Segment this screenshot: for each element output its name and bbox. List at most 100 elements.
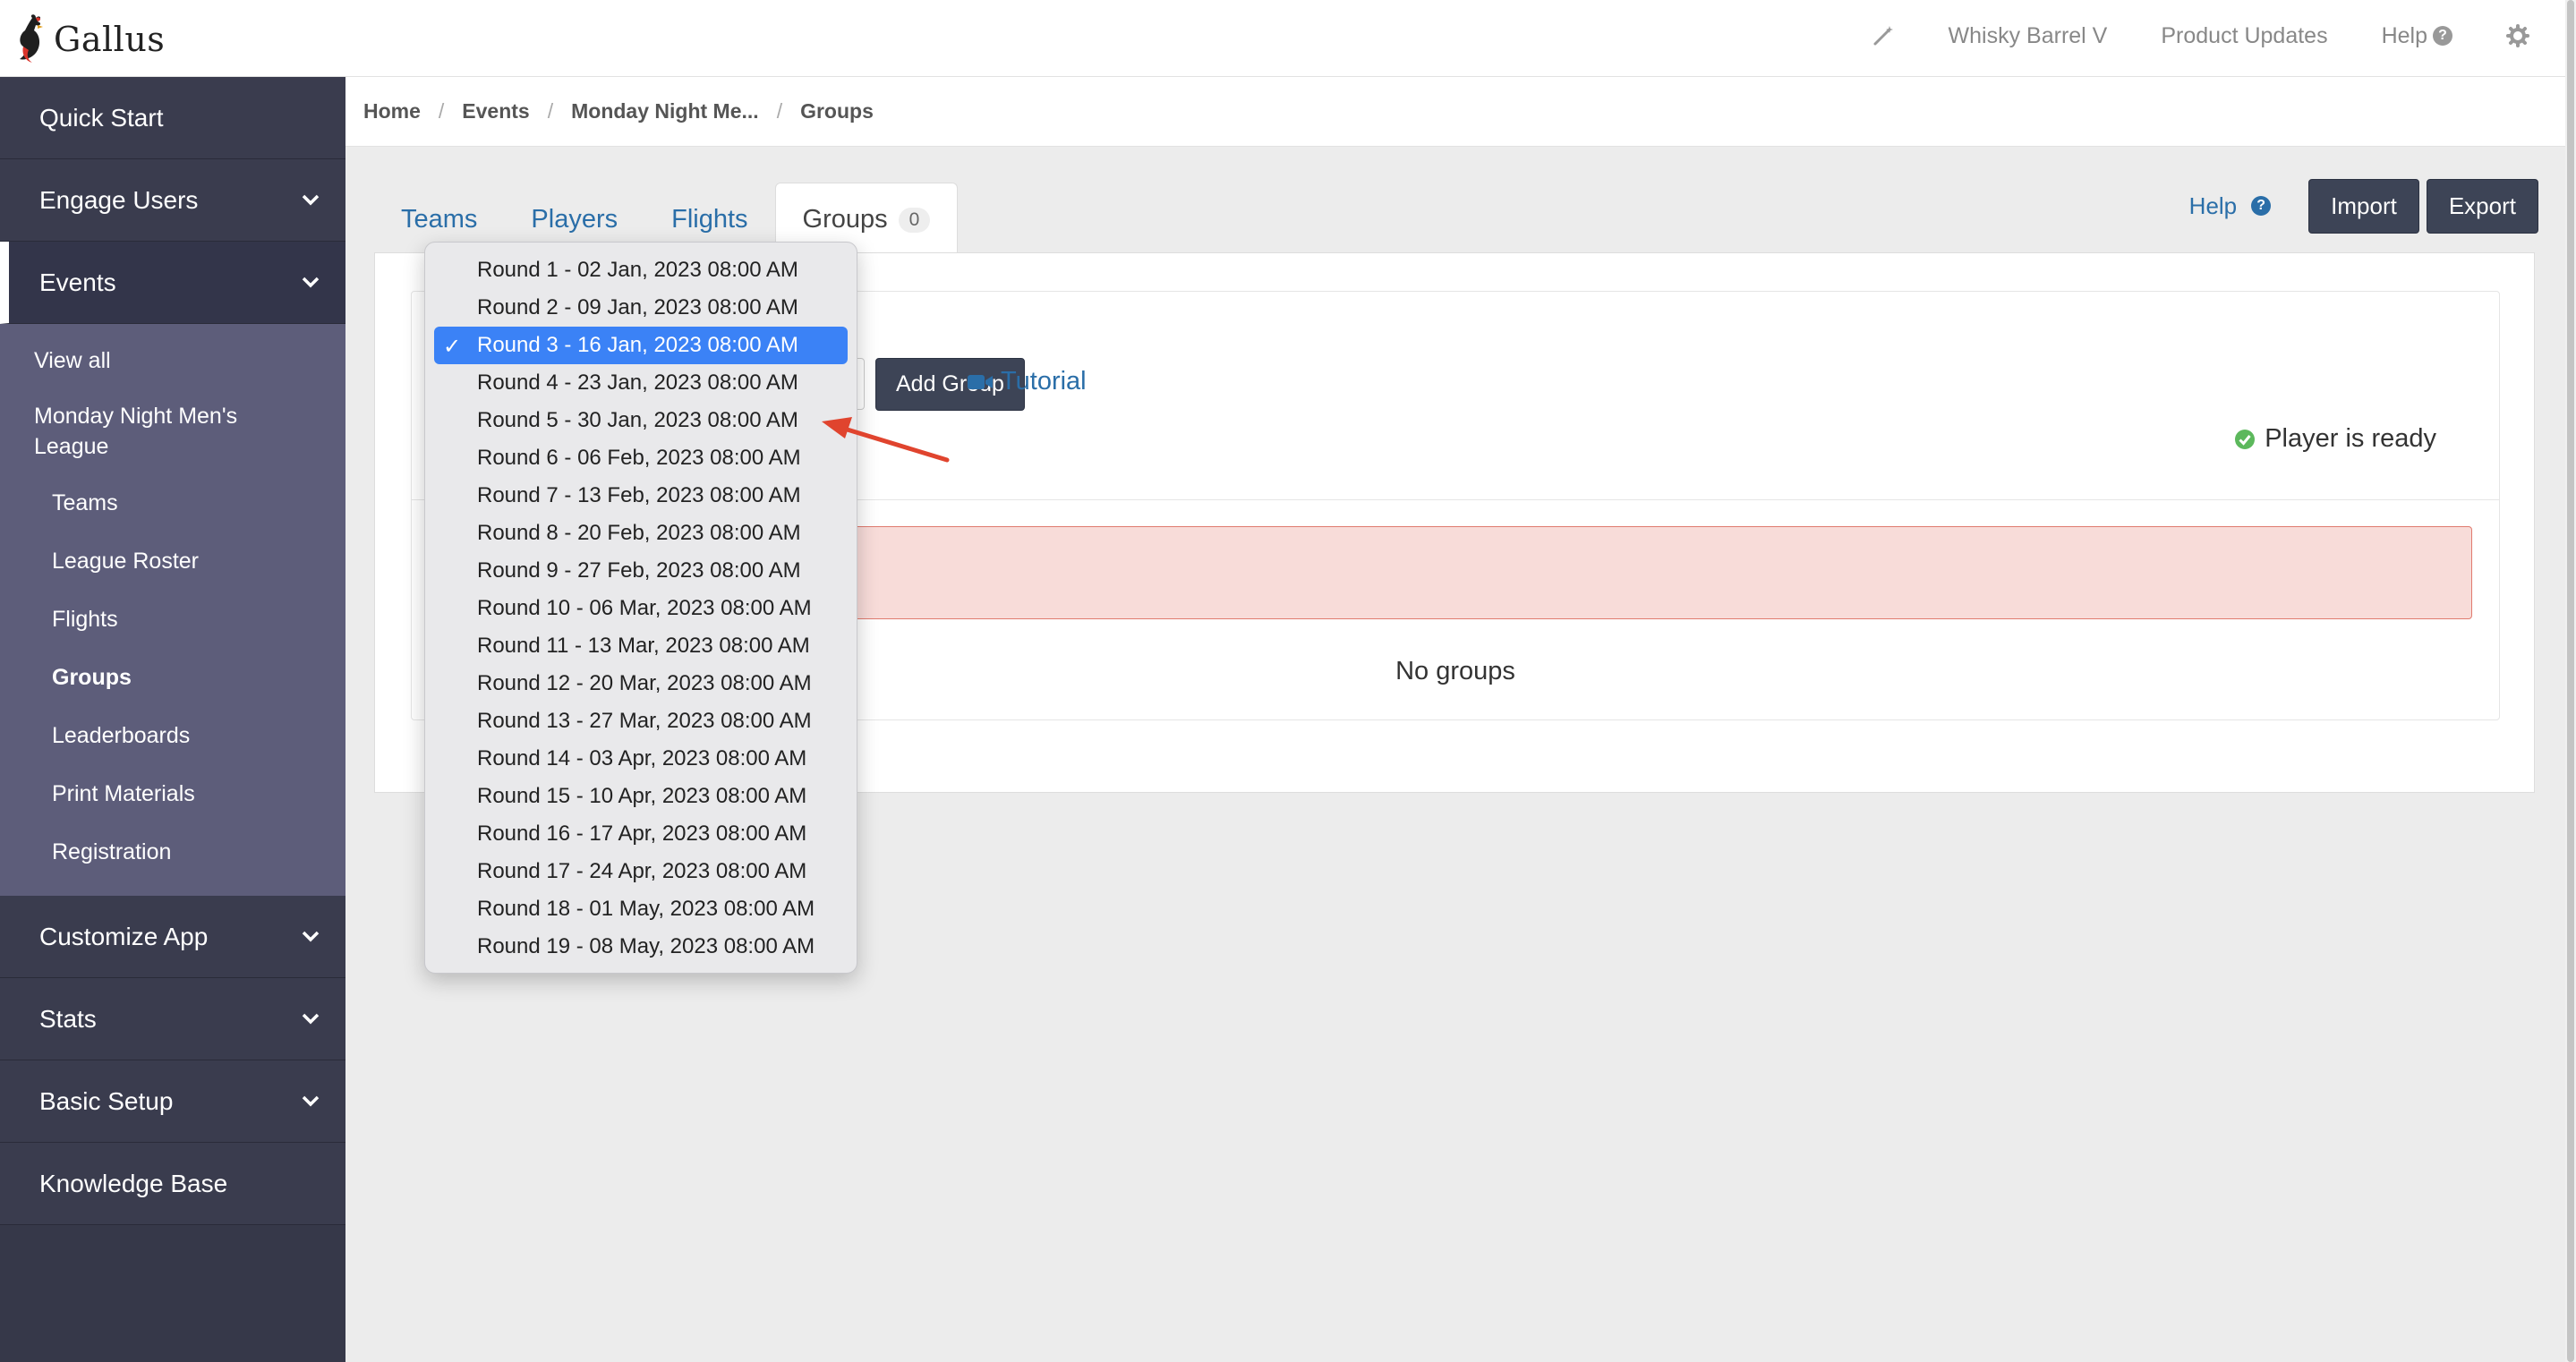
magic-wand-icon [1873, 26, 1893, 46]
tutorial-link[interactable]: Tutorial [967, 367, 1087, 396]
round-option[interactable]: Round 17 - 24 Apr, 2023 08:00 AM [434, 853, 848, 890]
sidebar-item-events[interactable]: Events [0, 242, 345, 324]
round-option[interactable]: Round 13 - 27 Mar, 2023 08:00 AM [434, 702, 848, 740]
round-option-label: Round 2 - 09 Jan, 2023 08:00 AM [477, 295, 798, 319]
top-help-link[interactable]: Help ? [2382, 23, 2452, 49]
question-circle-icon[interactable]: ? [2251, 196, 2272, 216]
sidebar-item-engage-users[interactable]: Engage Users [0, 159, 345, 242]
sidebar-item-label: Quick Start [39, 103, 164, 132]
rooster-icon [20, 14, 43, 63]
video-camera-icon [968, 374, 993, 389]
sidebar-sub-teams[interactable]: Teams [0, 474, 345, 532]
breadcrumb-league[interactable]: Monday Night Me... [571, 99, 759, 123]
round-option[interactable]: Round 4 - 23 Jan, 2023 08:00 AM [434, 364, 848, 402]
round-option-label: Round 14 - 03 Apr, 2023 08:00 AM [477, 746, 807, 770]
sidebar-item-label: Stats [39, 1004, 97, 1033]
round-option-selected[interactable]: ✓ Round 3 - 16 Jan, 2023 08:00 AM [434, 327, 848, 364]
sidebar-item-label: Customize App [39, 922, 209, 950]
player-status: Player is ready [2234, 424, 2436, 454]
breadcrumb-separator: / [438, 99, 445, 123]
sidebar-sub-groups[interactable]: Groups [0, 649, 345, 707]
round-option-label: Round 16 - 17 Apr, 2023 08:00 AM [477, 821, 807, 846]
top-help-label: Help [2381, 22, 2427, 48]
round-option-label: Round 5 - 30 Jan, 2023 08:00 AM [477, 408, 798, 432]
round-option[interactable]: Round 18 - 01 May, 2023 08:00 AM [434, 890, 848, 928]
round-option[interactable]: Round 10 - 06 Mar, 2023 08:00 AM [434, 590, 848, 627]
sidebar-item-knowledge-base[interactable]: Knowledge Base [0, 1143, 345, 1225]
page-actions: Help ? Import Export [2189, 178, 2538, 234]
round-option-label: Round 4 - 23 Jan, 2023 08:00 AM [477, 370, 798, 395]
scrollbar-thumb[interactable] [2567, 0, 2574, 1362]
round-option[interactable]: Round 15 - 10 Apr, 2023 08:00 AM [434, 778, 848, 815]
round-option[interactable]: Round 16 - 17 Apr, 2023 08:00 AM [434, 815, 848, 853]
top-bar: Gallus Whisky Barrel V Product Updates H… [0, 0, 2565, 77]
round-option[interactable]: Round 11 - 13 Mar, 2023 08:00 AM [434, 627, 848, 665]
settings-button[interactable] [2506, 24, 2529, 47]
round-option[interactable]: Round 6 - 06 Feb, 2023 08:00 AM [434, 439, 848, 477]
round-option-label: Round 7 - 13 Feb, 2023 08:00 AM [477, 483, 801, 507]
round-option-label: Round 15 - 10 Apr, 2023 08:00 AM [477, 784, 807, 808]
breadcrumb: Home / Events / Monday Night Me... / Gro… [345, 77, 2565, 147]
help-link[interactable]: Help [2189, 192, 2237, 220]
round-option-label: Round 11 - 13 Mar, 2023 08:00 AM [477, 634, 810, 658]
page-scrollbar[interactable] [2565, 0, 2576, 1362]
sidebar: Quick Start Engage Users Events View all… [0, 77, 345, 1362]
sidebar-sub-flights[interactable]: Flights [0, 591, 345, 649]
round-option-label: Round 9 - 27 Feb, 2023 08:00 AM [477, 558, 801, 583]
chevron-down-icon [302, 1095, 320, 1107]
round-option-label: Round 13 - 27 Mar, 2023 08:00 AM [477, 709, 812, 733]
magic-wand-button[interactable] [1872, 24, 1895, 47]
round-option[interactable]: Round 1 - 02 Jan, 2023 08:00 AM [434, 251, 848, 289]
sidebar-item-label: Basic Setup [39, 1086, 174, 1115]
gear-icon [2506, 24, 2529, 47]
round-option-label: Round 8 - 20 Feb, 2023 08:00 AM [477, 521, 801, 545]
round-option[interactable]: Round 8 - 20 Feb, 2023 08:00 AM [434, 515, 848, 552]
round-option-label: Round 12 - 20 Mar, 2023 08:00 AM [477, 671, 812, 695]
round-option[interactable]: Round 19 - 08 May, 2023 08:00 AM [434, 928, 848, 966]
round-option-label: Round 19 - 08 May, 2023 08:00 AM [477, 934, 815, 958]
breadcrumb-home[interactable]: Home [363, 99, 421, 123]
sidebar-sub-league[interactable]: Monday Night Men's League [0, 388, 345, 474]
round-option[interactable]: Round 5 - 30 Jan, 2023 08:00 AM [434, 402, 848, 439]
sidebar-item-stats[interactable]: Stats [0, 978, 345, 1060]
sidebar-sub-print-materials[interactable]: Print Materials [0, 765, 345, 823]
tab-groups-label: Groups [802, 205, 888, 234]
sidebar-sub-leaderboards[interactable]: Leaderboards [0, 707, 345, 765]
round-option[interactable]: Round 7 - 13 Feb, 2023 08:00 AM [434, 477, 848, 515]
chevron-down-icon [302, 1013, 320, 1025]
round-option-label: Round 3 - 16 Jan, 2023 08:00 AM [477, 333, 798, 357]
round-option[interactable]: Round 2 - 09 Jan, 2023 08:00 AM [434, 289, 848, 327]
import-button[interactable]: Import [2308, 178, 2419, 234]
sidebar-item-label: Events [39, 268, 116, 296]
sidebar-item-basic-setup[interactable]: Basic Setup [0, 1060, 345, 1143]
round-option[interactable]: Round 14 - 03 Apr, 2023 08:00 AM [434, 740, 848, 778]
check-circle-icon [2235, 429, 2256, 449]
sidebar-item-quick-start[interactable]: Quick Start [0, 77, 345, 159]
round-option-label: Round 18 - 01 May, 2023 08:00 AM [477, 897, 815, 921]
sidebar-sub-view-all[interactable]: View all [0, 333, 345, 388]
round-option-label: Round 1 - 02 Jan, 2023 08:00 AM [477, 258, 798, 282]
round-option[interactable]: Round 12 - 20 Mar, 2023 08:00 AM [434, 665, 848, 702]
breadcrumb-separator: / [547, 99, 554, 123]
checkmark-icon: ✓ [443, 335, 462, 359]
product-updates-link[interactable]: Product Updates [2161, 23, 2327, 49]
round-option[interactable]: Round 9 - 27 Feb, 2023 08:00 AM [434, 552, 848, 590]
round-option-label: Round 17 - 24 Apr, 2023 08:00 AM [477, 859, 807, 883]
sidebar-item-label: Engage Users [39, 185, 199, 214]
round-option-label: Round 6 - 06 Feb, 2023 08:00 AM [477, 446, 801, 470]
sidebar-item-customize-app[interactable]: Customize App [0, 896, 345, 978]
export-button[interactable]: Export [2426, 178, 2538, 234]
brand-logo[interactable]: Gallus [13, 13, 165, 66]
sidebar-item-label: Knowledge Base [39, 1169, 228, 1197]
chevron-down-icon [302, 931, 320, 942]
brand-name: Gallus [54, 20, 166, 59]
breadcrumb-events[interactable]: Events [462, 99, 529, 123]
tutorial-label: Tutorial [1001, 367, 1087, 396]
breadcrumb-separator: / [776, 99, 783, 123]
top-nav: Whisky Barrel V Product Updates Help ? [1818, 0, 2529, 72]
player-status-text: Player is ready [2265, 424, 2436, 453]
sidebar-sub-league-roster[interactable]: League Roster [0, 532, 345, 591]
sidebar-sub-registration[interactable]: Registration [0, 823, 345, 881]
groups-count-badge: 0 [898, 207, 931, 233]
org-switcher[interactable]: Whisky Barrel V [1949, 23, 2108, 49]
